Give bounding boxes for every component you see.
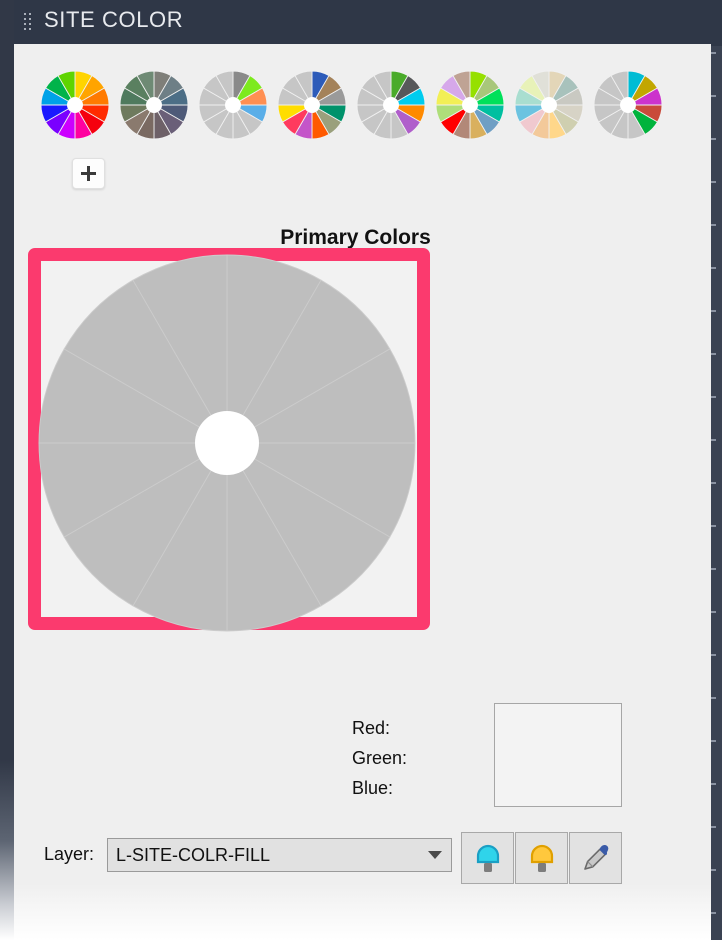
ruler-tick [711, 439, 716, 441]
plus-icon-bar [81, 172, 96, 175]
ruler-tick [711, 310, 716, 312]
add-palette-button[interactable] [72, 158, 105, 189]
ruler-tick [711, 396, 716, 398]
layer-label: Layer: [44, 844, 95, 864]
red-label: Red: [352, 718, 391, 738]
ruler-tick [711, 181, 716, 183]
palette-swatch-gray-spring[interactable] [198, 70, 268, 140]
palette-swatch-primary-accent[interactable] [277, 70, 347, 140]
drag-dot [29, 23, 31, 25]
ruler-tick [711, 224, 716, 226]
palette-swatch-muted-forest[interactable] [119, 70, 189, 140]
page-title: Primary Colors [280, 226, 431, 249]
eyedropper-button[interactable] [569, 832, 622, 884]
ruler-tick [711, 697, 716, 699]
eyedropper-icon [583, 845, 608, 870]
panel-bottom-fade [14, 884, 711, 940]
layer-select[interactable]: L-SITE-COLR-FILL [107, 838, 452, 872]
drag-dot [24, 23, 26, 25]
ruler-tick [711, 52, 716, 54]
ruler-tick [711, 783, 716, 785]
palette-swatch-rainbow-full[interactable] [40, 70, 110, 140]
ruler-tick [711, 611, 716, 613]
ruler-tick [711, 267, 716, 269]
title-bar[interactable]: SITE COLOR [14, 0, 711, 44]
lightbulb-warm-icon [530, 844, 553, 872]
right-ruler[interactable] [711, 0, 722, 940]
drag-dot [29, 13, 31, 15]
drag-dot [24, 28, 26, 30]
palette-swatch-row [40, 70, 680, 152]
wheel-center[interactable] [541, 97, 557, 113]
wheel-center[interactable] [462, 97, 478, 113]
site-color-panel: SITE COLOR Primary Colors Red: Green: Bl… [0, 0, 722, 940]
chevron-down-icon [428, 851, 442, 859]
drag-dots-icon[interactable] [24, 13, 33, 31]
lightbulb-cool-icon [476, 844, 499, 872]
blue-row: Blue: [352, 773, 413, 803]
color-preview-swatch [494, 703, 622, 807]
wheel-center[interactable] [620, 97, 636, 113]
red-row: Red: [352, 713, 413, 743]
ruler-tick [711, 525, 716, 527]
green-row: Green: [352, 743, 413, 773]
primary-colors-wheel-card[interactable] [28, 248, 430, 632]
ruler-tick [711, 912, 716, 914]
ruler-tick [711, 353, 716, 355]
light-warm-button[interactable] [515, 832, 568, 884]
wheel-center[interactable] [225, 97, 241, 113]
panel-title: SITE COLOR [44, 7, 184, 32]
layer-select-value: L-SITE-COLR-FILL [116, 845, 271, 865]
ruler-tick [711, 138, 716, 140]
ruler-tick [711, 654, 716, 656]
wheel-center[interactable] [304, 97, 320, 113]
rgb-readout: Red: Green: Blue: [352, 713, 413, 803]
light-cool-button[interactable] [461, 832, 514, 884]
right-ruler-header [711, 0, 722, 46]
ruler-tick [711, 568, 716, 570]
palette-swatch-gray-jewel[interactable] [593, 70, 663, 140]
palette-swatch-bright-mix[interactable] [435, 70, 505, 140]
wheel-center[interactable] [146, 97, 162, 113]
ruler-tick [711, 869, 716, 871]
wheel-center[interactable] [383, 97, 399, 113]
ruler-tick [711, 482, 716, 484]
wheel-center[interactable] [195, 411, 259, 475]
ruler-tick [711, 740, 716, 742]
drag-dot [29, 28, 31, 30]
green-label: Green: [352, 748, 408, 768]
drag-dot [24, 18, 26, 20]
blue-label: Blue: [352, 778, 394, 798]
ruler-tick [711, 95, 716, 97]
drag-dot [29, 18, 31, 20]
left-gutter-fade [0, 760, 14, 940]
drag-dot [24, 13, 26, 15]
palette-swatch-gray-pop[interactable] [356, 70, 426, 140]
wheel-center[interactable] [67, 97, 83, 113]
palette-swatch-pastel-soft[interactable] [514, 70, 584, 140]
ruler-tick [711, 826, 716, 828]
